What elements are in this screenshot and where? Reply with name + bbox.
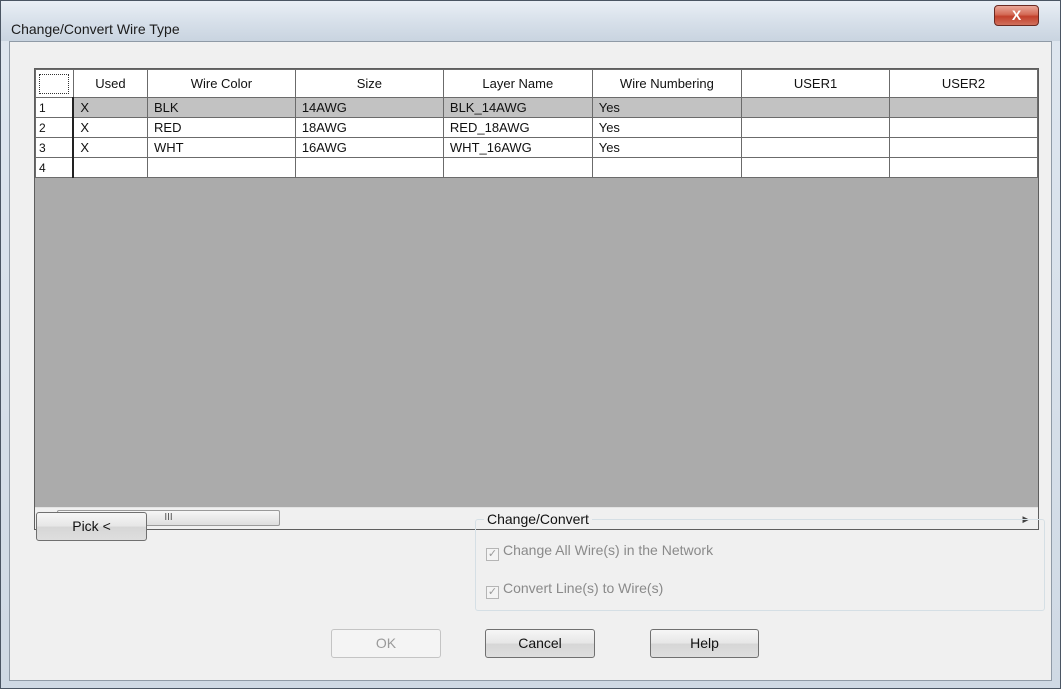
- help-button[interactable]: Help: [650, 629, 759, 658]
- column-header-user2[interactable]: USER2: [889, 69, 1038, 98]
- grid-header-row: Used Wire Color Size Layer Name Wire Num…: [35, 69, 1038, 98]
- cell-wire-color[interactable]: RED: [147, 117, 296, 138]
- cell-layer-name[interactable]: WHT_16AWG: [442, 137, 593, 158]
- thumb-grip-icon: III: [164, 512, 173, 523]
- cell-layer-name[interactable]: [442, 157, 593, 178]
- column-header-user1[interactable]: USER1: [741, 69, 890, 98]
- cell-wire-numbering[interactable]: Yes: [591, 97, 743, 118]
- table-row[interactable]: 1 X BLK 14AWG BLK_14AWG Yes: [35, 97, 1038, 118]
- cell-wire-color[interactable]: BLK: [147, 97, 296, 118]
- cell-user2[interactable]: [889, 157, 1038, 178]
- cell-user1[interactable]: [741, 97, 890, 118]
- cell-wire-numbering[interactable]: Yes: [591, 137, 743, 158]
- grid-corner-cell[interactable]: [35, 69, 74, 98]
- cell-wire-color[interactable]: WHT: [147, 137, 296, 158]
- cell-size[interactable]: 16AWG: [294, 137, 444, 158]
- column-header-wire-numbering[interactable]: Wire Numbering: [591, 69, 743, 98]
- row-number[interactable]: 1: [35, 97, 75, 118]
- cell-wire-numbering[interactable]: [591, 157, 743, 178]
- column-header-size[interactable]: Size: [294, 69, 444, 98]
- cell-user2[interactable]: [889, 137, 1038, 158]
- dialog-title: Change/Convert Wire Type: [11, 21, 180, 37]
- dialog-body: Used Wire Color Size Layer Name Wire Num…: [9, 41, 1052, 681]
- change-all-wires-checkbox[interactable]: ✓ Change All Wire(s) in the Network: [486, 542, 713, 561]
- row-number[interactable]: 3: [35, 137, 75, 158]
- wire-type-grid[interactable]: Used Wire Color Size Layer Name Wire Num…: [34, 68, 1039, 530]
- ok-button[interactable]: OK: [331, 629, 441, 658]
- cell-wire-color[interactable]: [147, 157, 296, 178]
- cell-user2[interactable]: [889, 97, 1038, 118]
- cell-user1[interactable]: [741, 157, 890, 178]
- cell-user1[interactable]: [741, 117, 890, 138]
- cell-used[interactable]: X: [72, 117, 149, 138]
- column-header-layer-name[interactable]: Layer Name: [442, 69, 593, 98]
- table-row[interactable]: 3 X WHT 16AWG WHT_16AWG Yes: [35, 137, 1038, 158]
- checkmark-icon: ✓: [486, 548, 499, 561]
- cell-used[interactable]: X: [72, 137, 149, 158]
- wire-type-table: Used Wire Color Size Layer Name Wire Num…: [35, 69, 1038, 178]
- table-row[interactable]: 4: [35, 157, 1038, 178]
- title-bar[interactable]: Change/Convert Wire Type X: [1, 1, 1060, 41]
- cell-wire-numbering[interactable]: Yes: [591, 117, 743, 138]
- checkmark-icon: ✓: [486, 586, 499, 599]
- focus-rect: [39, 73, 70, 94]
- cell-size[interactable]: [294, 157, 444, 178]
- column-header-used[interactable]: Used: [72, 69, 149, 98]
- cell-size[interactable]: 14AWG: [294, 97, 444, 118]
- cell-layer-name[interactable]: RED_18AWG: [442, 117, 593, 138]
- dialog-window: Change/Convert Wire Type X Used Wire Col…: [0, 0, 1061, 689]
- row-number[interactable]: 4: [35, 157, 75, 178]
- cell-user1[interactable]: [741, 137, 890, 158]
- cell-used[interactable]: [72, 157, 149, 178]
- cell-layer-name[interactable]: BLK_14AWG: [442, 97, 593, 118]
- cell-user2[interactable]: [889, 117, 1038, 138]
- cell-size[interactable]: 18AWG: [294, 117, 444, 138]
- column-header-wire-color[interactable]: Wire Color: [147, 69, 296, 98]
- change-all-wires-label: Change All Wire(s) in the Network: [503, 542, 714, 558]
- row-number[interactable]: 2: [35, 117, 75, 138]
- pick-button[interactable]: Pick <: [36, 512, 147, 541]
- cell-used[interactable]: X: [72, 97, 149, 118]
- cancel-button[interactable]: Cancel: [485, 629, 595, 658]
- convert-lines-label: Convert Line(s) to Wire(s): [503, 580, 664, 596]
- convert-lines-checkbox[interactable]: ✓ Convert Line(s) to Wire(s): [486, 580, 663, 599]
- change-convert-group-label: Change/Convert: [484, 511, 592, 527]
- table-row[interactable]: 2 X RED 18AWG RED_18AWG Yes: [35, 117, 1038, 138]
- close-button[interactable]: X: [994, 5, 1039, 26]
